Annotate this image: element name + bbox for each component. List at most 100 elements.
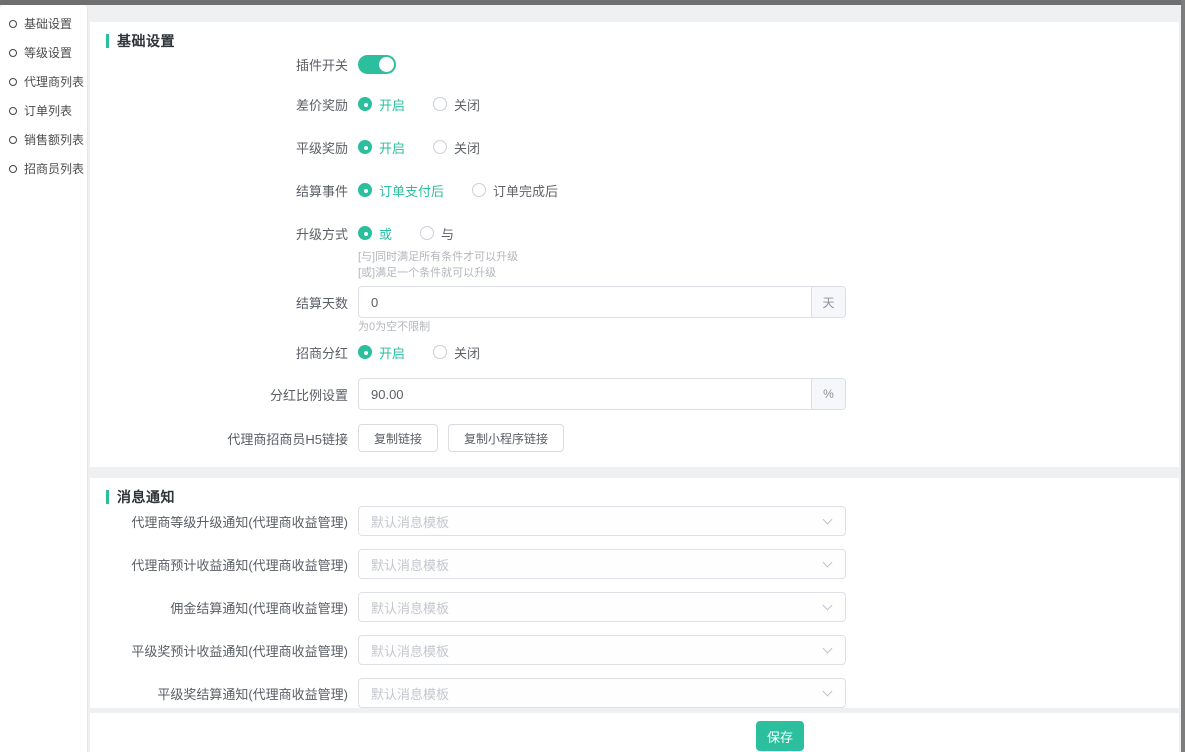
circle-bullet-icon: [9, 20, 17, 28]
peer-reward-row: 平级奖励 开启 关闭: [90, 133, 1179, 161]
basic-section-title: 基础设置: [90, 32, 1179, 50]
sidebar-item-label: 代理商列表: [24, 73, 84, 90]
dividend-ratio-row: 分红比例设置 %: [90, 378, 1179, 410]
dividend-ratio-input[interactable]: [359, 379, 811, 409]
commission-settle-notify-row: 佣金结算通知(代理商收益管理) 默认消息模板: [90, 592, 1179, 622]
radio-unchecked-icon: [433, 97, 447, 111]
settle-days-input[interactable]: [359, 287, 811, 317]
sidebar-item-order-list[interactable]: 订单列表: [0, 96, 87, 125]
section-accent-bar: [106, 34, 109, 48]
field-label: 代理商招商员H5链接: [90, 429, 348, 448]
basic-settings-card: 基础设置 插件开关 差价奖励 开启 关闭: [90, 22, 1179, 467]
radio-checked-icon: [358, 140, 372, 154]
field-label: 升级方式: [90, 224, 348, 243]
circle-bullet-icon: [9, 136, 17, 144]
recruit-dividend-on-radio[interactable]: 开启: [358, 343, 405, 362]
field-label: 结算事件: [90, 181, 348, 200]
settle-event-finished-radio[interactable]: 订单完成后: [472, 181, 558, 200]
radio-unchecked-icon: [433, 345, 447, 359]
field-label: 招商分红: [90, 343, 348, 362]
peer-expected-income-notify-row: 平级奖预计收益通知(代理商收益管理) 默认消息模板: [90, 635, 1179, 665]
circle-bullet-icon: [9, 78, 17, 86]
sidebar-item-level-settings[interactable]: 等级设置: [0, 38, 87, 67]
anchor-sidebar: 基础设置 等级设置 代理商列表 订单列表 销售额列表 招商员列表: [0, 5, 88, 752]
agent-expected-income-notify-select[interactable]: 默认消息模板: [358, 549, 846, 579]
message-notify-card: 消息通知 代理商等级升级通知(代理商收益管理) 默认消息模板 代理商预计收益通知…: [90, 478, 1179, 708]
peer-settle-notify-select[interactable]: 默认消息模板: [358, 678, 846, 708]
section-title-text: 消息通知: [117, 487, 175, 507]
save-button[interactable]: 保存: [756, 721, 804, 751]
chevron-down-icon: [823, 515, 833, 525]
settle-days-row: 结算天数 天: [90, 286, 1179, 318]
field-label: 代理商预计收益通知(代理商收益管理): [90, 555, 348, 574]
help-text: [与]同时满足所有条件才可以升级: [90, 249, 1179, 265]
circle-bullet-icon: [9, 165, 17, 173]
agent-expected-income-notify-row: 代理商预计收益通知(代理商收益管理) 默认消息模板: [90, 549, 1179, 579]
settle-days-input-wrap: 天: [358, 286, 846, 318]
radio-checked-icon: [358, 226, 372, 240]
upgrade-mode-and-radio[interactable]: 与: [420, 224, 454, 243]
agent-level-upgrade-notify-select[interactable]: 默认消息模板: [358, 506, 846, 536]
peer-reward-off-radio[interactable]: 关闭: [433, 138, 480, 157]
recruit-dividend-row: 招商分红 开启 关闭: [90, 338, 1179, 366]
section-title-text: 基础设置: [117, 31, 175, 51]
peer-reward-on-radio[interactable]: 开启: [358, 138, 405, 157]
percent-suffix: %: [811, 379, 845, 409]
field-label: 平级奖励: [90, 138, 348, 157]
price-reward-on-radio[interactable]: 开启: [358, 95, 405, 114]
sidebar-item-label: 招商员列表: [24, 160, 84, 177]
plugin-switch-toggle[interactable]: [358, 55, 396, 74]
radio-checked-icon: [358, 183, 372, 197]
price-reward-off-radio[interactable]: 关闭: [433, 95, 480, 114]
field-label: 结算天数: [90, 293, 348, 312]
upgrade-mode-help: [与]同时满足所有条件才可以升级 [或]满足一个条件就可以升级: [90, 249, 1179, 281]
sidebar-item-label: 基础设置: [24, 15, 72, 32]
chevron-down-icon: [823, 644, 833, 654]
sidebar-item-agent-list[interactable]: 代理商列表: [0, 67, 87, 96]
upgrade-mode-or-radio[interactable]: 或: [358, 224, 392, 243]
peer-expected-income-notify-select[interactable]: 默认消息模板: [358, 635, 846, 665]
sidebar-item-recruiter-list[interactable]: 招商员列表: [0, 154, 87, 183]
field-label: 平级奖预计收益通知(代理商收益管理): [90, 641, 348, 660]
settle-event-paid-radio[interactable]: 订单支付后: [358, 181, 444, 200]
sidebar-item-sales-list[interactable]: 销售额列表: [0, 125, 87, 154]
field-label: 佣金结算通知(代理商收益管理): [90, 598, 348, 617]
chevron-down-icon: [823, 601, 833, 611]
window-top-edge: [0, 0, 1185, 5]
price-reward-row: 差价奖励 开启 关闭: [90, 90, 1179, 118]
chevron-down-icon: [823, 558, 833, 568]
peer-settle-notify-row: 平级奖结算通知(代理商收益管理) 默认消息模板: [90, 678, 1179, 708]
dividend-ratio-input-wrap: %: [358, 378, 846, 410]
settle-event-row: 结算事件 订单支付后 订单完成后: [90, 176, 1179, 204]
settings-main-area: 基础设置 插件开关 差价奖励 开启 关闭: [88, 5, 1181, 752]
unit-suffix: 天: [811, 287, 845, 317]
save-bar: 保存: [90, 713, 1179, 752]
h5-link-row: 代理商招商员H5链接 复制链接 复制小程序链接: [90, 424, 1179, 452]
radio-checked-icon: [358, 345, 372, 359]
sidebar-item-label: 销售额列表: [24, 131, 84, 148]
copy-link-button[interactable]: 复制链接: [358, 424, 438, 452]
field-label: 平级奖结算通知(代理商收益管理): [90, 684, 348, 703]
sidebar-item-basic-settings[interactable]: 基础设置: [0, 9, 87, 38]
sidebar-item-label: 等级设置: [24, 44, 72, 61]
chevron-down-icon: [823, 687, 833, 697]
field-label: 代理商等级升级通知(代理商收益管理): [90, 512, 348, 531]
section-accent-bar: [106, 490, 109, 504]
field-label: 分红比例设置: [90, 385, 348, 404]
field-label: 插件开关: [90, 55, 348, 74]
recruit-dividend-off-radio[interactable]: 关闭: [433, 343, 480, 362]
copy-miniprogram-link-button[interactable]: 复制小程序链接: [448, 424, 564, 452]
radio-unchecked-icon: [433, 140, 447, 154]
radio-checked-icon: [358, 97, 372, 111]
radio-unchecked-icon: [420, 226, 434, 240]
help-text: [或]满足一个条件就可以升级: [90, 265, 1179, 281]
circle-bullet-icon: [9, 107, 17, 115]
commission-settle-notify-select[interactable]: 默认消息模板: [358, 592, 846, 622]
scrollbar[interactable]: [1181, 0, 1185, 752]
toggle-knob: [379, 57, 394, 72]
circle-bullet-icon: [9, 49, 17, 57]
sidebar-item-label: 订单列表: [24, 102, 72, 119]
settle-days-help: 为0为空不限制: [90, 318, 1179, 336]
plugin-switch-row: 插件开关: [90, 50, 1179, 78]
upgrade-mode-row: 升级方式 或 与: [90, 219, 1179, 247]
